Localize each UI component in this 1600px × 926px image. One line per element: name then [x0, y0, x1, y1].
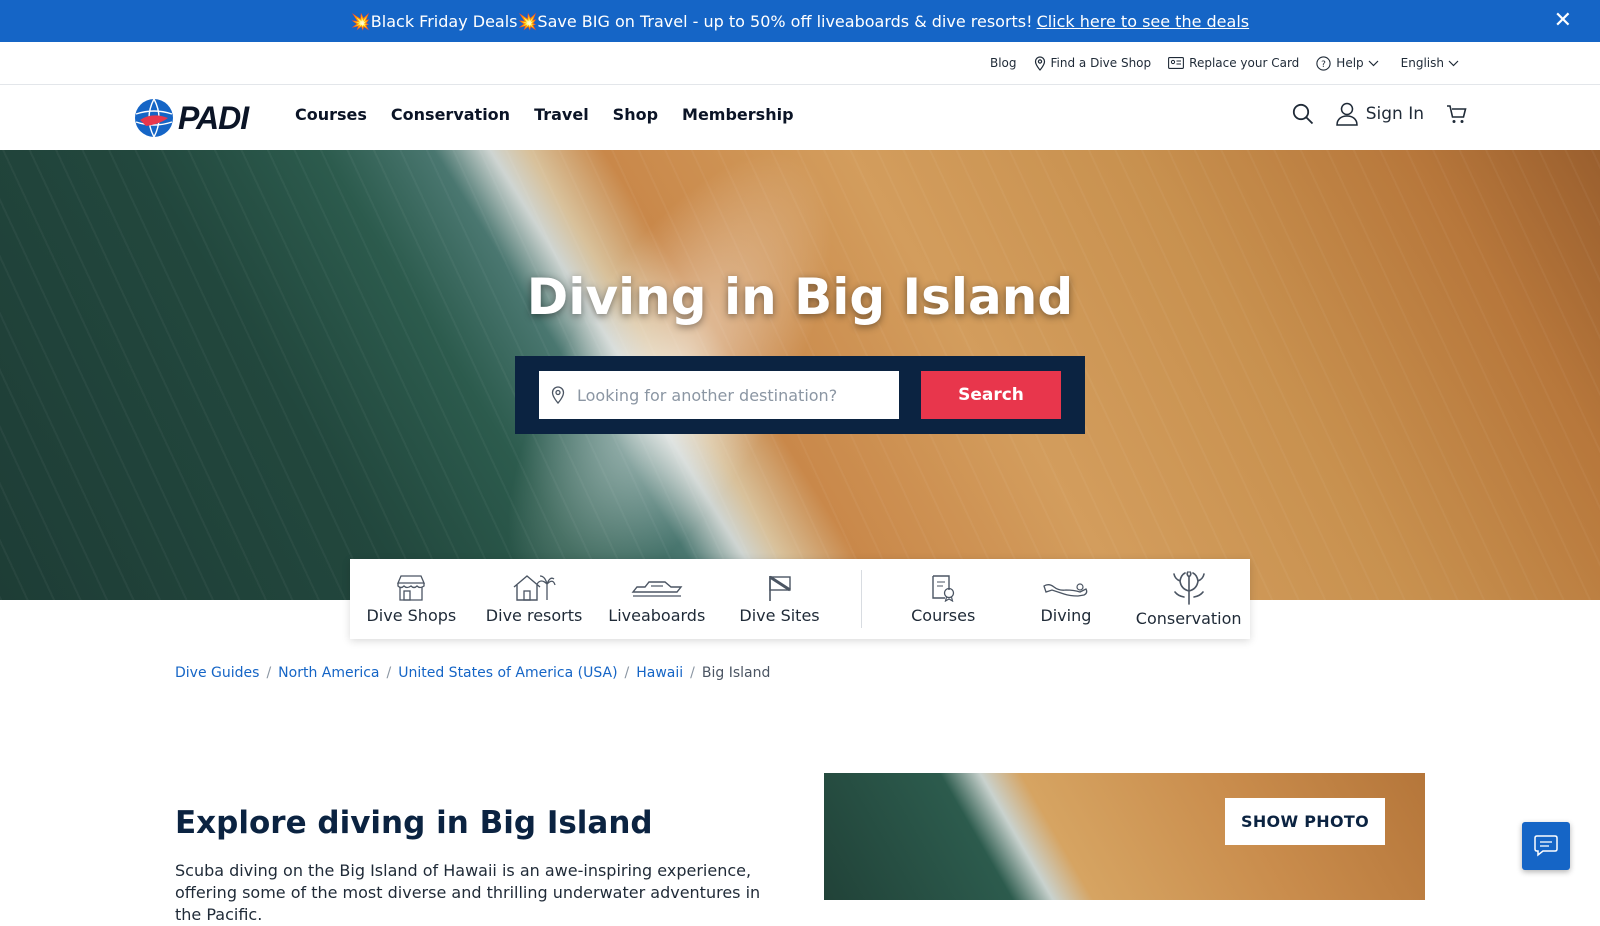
sign-in-button[interactable]: Sign In [1335, 102, 1424, 126]
chat-icon [1534, 835, 1558, 857]
language-label: English [1400, 56, 1444, 70]
user-icon [1335, 102, 1358, 126]
breadcrumb-separator: / [386, 665, 392, 681]
id-card-icon [1168, 57, 1185, 69]
find-dive-shop-link[interactable]: Find a Dive Shop [1034, 55, 1152, 71]
breadcrumb: Dive Guides / North America / United Sta… [175, 665, 770, 681]
tab-diving[interactable]: Diving [1005, 574, 1128, 625]
close-icon[interactable]: ✕ [1554, 8, 1572, 33]
show-photo-button[interactable]: SHOW PHOTO [1225, 798, 1385, 845]
explore-description: Scuba diving on the Big Island of Hawaii… [175, 861, 761, 924]
tab-divider [860, 570, 862, 628]
tab-label: Courses [911, 605, 976, 625]
destination-search-input[interactable] [577, 385, 877, 405]
blog-link[interactable]: Blog [990, 56, 1017, 70]
search-button[interactable] [1292, 103, 1314, 125]
tab-label: Dive Shops [366, 605, 457, 625]
globe-icon [135, 98, 173, 138]
tab-label: Diving [1040, 605, 1092, 625]
blog-label: Blog [989, 56, 1017, 70]
padi-logo[interactable]: PADI [134, 98, 249, 138]
search-submit-button[interactable]: Search [921, 371, 1061, 419]
help-dropdown[interactable]: ? Help [1316, 55, 1383, 71]
breadcrumb-dive-guides[interactable]: Dive Guides [175, 665, 259, 681]
nav-menu: Courses Conservation Travel Shop Members… [295, 105, 818, 124]
tab-dive-resorts[interactable]: Dive resorts [473, 574, 596, 625]
location-pin-icon [1034, 55, 1045, 71]
nav-shop[interactable]: Shop [613, 105, 658, 124]
location-pin-icon [551, 386, 565, 404]
promo-banner: 💥Black Friday Deals💥Save BIG on Travel -… [0, 0, 1600, 42]
diver-icon [1043, 582, 1088, 597]
page-title: Diving in Big Island [526, 268, 1074, 326]
tab-label: Liveaboards [608, 605, 706, 625]
chevron-down-icon [1368, 60, 1379, 66]
tab-liveaboards[interactable]: Liveaboards [595, 574, 718, 625]
tab-dive-sites[interactable]: Dive Sites [718, 574, 841, 625]
nav-travel[interactable]: Travel [534, 105, 589, 124]
tab-label: Dive Sites [739, 605, 820, 625]
tab-label: Conservation [1135, 608, 1242, 628]
svg-text:?: ? [1321, 60, 1326, 70]
help-label: Help [1336, 56, 1364, 70]
promo-text: 💥Black Friday Deals💥Save BIG on Travel -… [350, 11, 1033, 31]
nav-conservation[interactable]: Conservation [391, 105, 510, 124]
help-circle-icon: ? [1316, 55, 1331, 71]
utility-bar: Blog Find a Dive Shop Replace your Card … [0, 42, 1600, 85]
tab-dive-shops[interactable]: Dive Shops [350, 574, 473, 625]
breadcrumb-usa[interactable]: United States of America (USA) [398, 665, 617, 681]
resort-icon [513, 574, 556, 601]
find-dive-shop-label: Find a Dive Shop [1050, 56, 1152, 70]
promo-deals-link[interactable]: Click here to see the deals [1037, 12, 1250, 31]
nav-membership[interactable]: Membership [682, 105, 794, 124]
boat-icon [631, 580, 683, 597]
category-tabs: Dive Shops Dive resorts Liveaboards Dive… [350, 559, 1250, 639]
tab-courses[interactable]: Courses [882, 574, 1005, 625]
destination-search: Search [515, 356, 1085, 434]
destination-photo: SHOW PHOTO [824, 773, 1425, 900]
chat-button[interactable] [1522, 822, 1570, 870]
shop-icon [397, 574, 426, 601]
language-dropdown[interactable]: English [1401, 56, 1464, 70]
certificate-icon [932, 574, 955, 602]
breadcrumb-separator: / [690, 665, 695, 681]
cart-icon [1447, 105, 1467, 123]
chevron-down-icon [1448, 60, 1459, 66]
tab-label: Dive resorts [485, 605, 583, 625]
explore-heading: Explore diving in Big Island [175, 805, 653, 841]
search-icon [1292, 103, 1313, 125]
breadcrumb-hawaii[interactable]: Hawaii [636, 665, 683, 681]
dive-flag-icon [768, 575, 791, 601]
hero-banner: Diving in Big Island Search [0, 150, 1600, 600]
nav-courses[interactable]: Courses [295, 105, 367, 124]
breadcrumb-separator: / [624, 665, 630, 681]
replace-card-link[interactable]: Replace your Card [1168, 56, 1299, 70]
main-nav: PADI Courses Conservation Travel Shop Me… [0, 85, 1600, 150]
nav-actions: Sign In [1270, 102, 1468, 126]
search-field-wrapper [539, 371, 899, 419]
logo-text: PADI [178, 99, 249, 136]
cart-button[interactable] [1446, 103, 1468, 125]
sign-in-label: Sign In [1365, 104, 1424, 124]
breadcrumb-north-america[interactable]: North America [278, 665, 379, 681]
breadcrumb-current: Big Island [701, 665, 771, 681]
tab-conservation[interactable]: Conservation [1127, 570, 1250, 628]
replace-card-label: Replace your Card [1189, 56, 1300, 70]
coral-icon [1172, 570, 1205, 605]
breadcrumb-separator: / [266, 665, 272, 681]
